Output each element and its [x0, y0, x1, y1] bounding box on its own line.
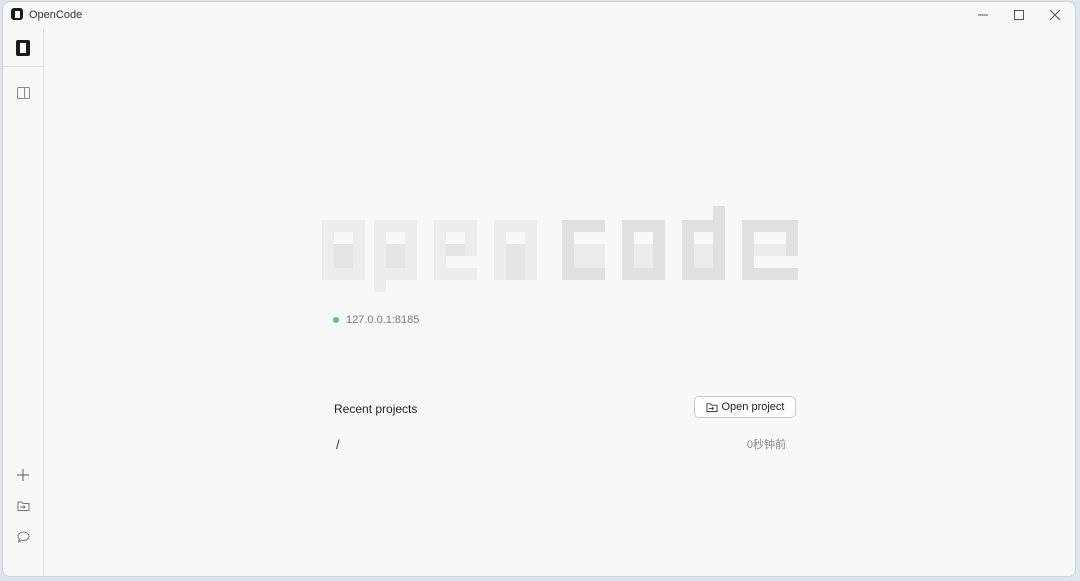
server-status: 127.0.0.1:8185: [333, 314, 419, 326]
sidebar-divider: [3, 66, 43, 67]
status-dot: [333, 317, 339, 323]
open-project-button[interactable]: Open project: [694, 396, 796, 418]
app-window: OpenCode 127.0.0.1:8185 Recent projects …: [2, 1, 1076, 577]
opencode-logo: opencode: [322, 206, 798, 292]
app-logo-icon[interactable]: [16, 40, 30, 56]
recent-projects-heading: Recent projects: [334, 402, 418, 416]
minimize-button[interactable]: [965, 2, 1001, 28]
minimize-icon: [978, 14, 988, 16]
close-icon: [1050, 10, 1060, 20]
main-content: opencode: [44, 28, 1075, 576]
folder-open-icon: [17, 501, 29, 511]
window-title: OpenCode: [29, 9, 83, 21]
toggle-sidebar-button[interactable]: [14, 84, 32, 102]
feedback-button[interactable]: [14, 528, 32, 546]
server-address: 127.0.0.1:8185: [346, 314, 420, 326]
project-row[interactable]: / 0秒钟前: [334, 434, 796, 454]
app-icon: [11, 8, 23, 20]
maximize-icon: [1014, 10, 1024, 20]
project-time: 0秒钟前: [746, 439, 786, 451]
title-bar: OpenCode: [3, 2, 1075, 28]
open-folder-button[interactable]: [14, 497, 32, 515]
plus-icon: [17, 469, 29, 481]
open-project-label: Open project: [721, 401, 785, 413]
new-session-button[interactable]: [14, 466, 32, 484]
project-path: /: [336, 436, 340, 452]
chat-bubble-icon: [16, 531, 30, 543]
close-button[interactable]: [1037, 2, 1073, 28]
toggle-sidebar-icon: [16, 87, 30, 99]
maximize-button[interactable]: [1001, 2, 1037, 28]
folder-open-icon: [706, 402, 717, 412]
sidebar: [3, 28, 44, 576]
